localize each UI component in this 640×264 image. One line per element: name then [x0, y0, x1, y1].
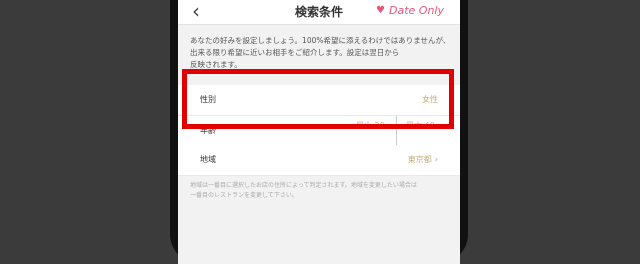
region-value-wrap: 東京都 ›: [408, 154, 438, 165]
region-row[interactable]: 地域 東京都 ›: [178, 145, 460, 176]
date-only-label: Date Only: [389, 4, 444, 17]
region-note: 地域は一番目に選択したお店の住所によって判定されます。地域を変更したい場合は 一…: [190, 182, 417, 199]
date-only-button[interactable]: ♥ Date Only: [376, 4, 444, 17]
chevron-right-icon: ›: [434, 155, 438, 164]
region-label: 地域: [200, 155, 216, 164]
heart-icon: ♥: [376, 5, 386, 16]
highlight-box: [182, 69, 454, 129]
settings-description: あなたの好みを設定しましょう。100%希望に添えるわけではありませんが、出来る限…: [190, 36, 451, 69]
app-screen: ‹ 検索条件 ♥ Date Only あなたの好みを設定しましょう。100%希望…: [178, 0, 460, 264]
region-value: 東京都: [407, 155, 432, 164]
navigation-bar: ‹ 検索条件 ♥ Date Only: [178, 0, 460, 25]
